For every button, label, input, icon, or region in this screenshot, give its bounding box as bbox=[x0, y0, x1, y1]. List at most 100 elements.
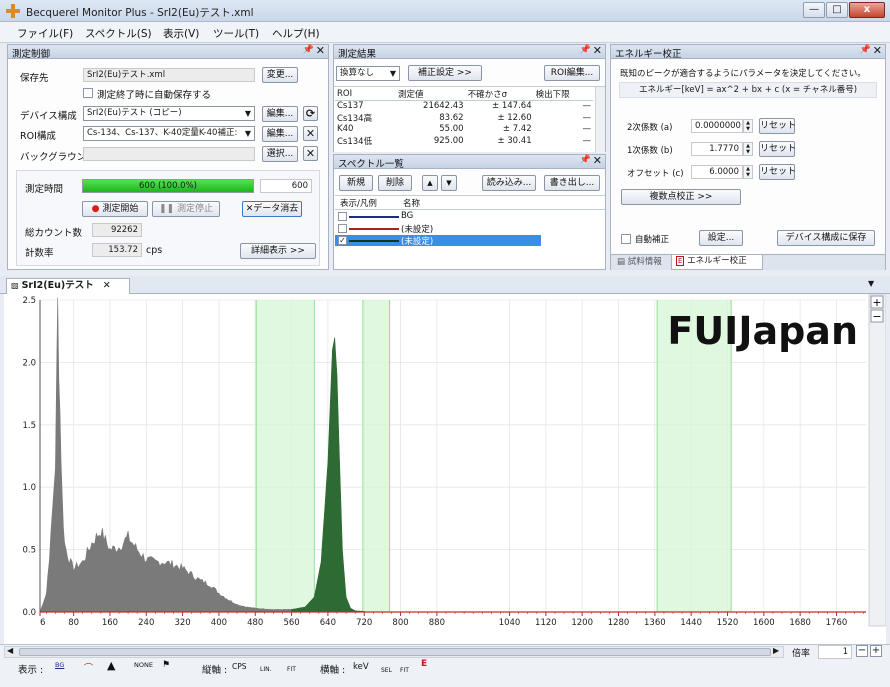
tab-dropdown-icon[interactable]: ▼ bbox=[868, 279, 874, 288]
zoom-plus-button[interactable]: + bbox=[870, 645, 882, 657]
new-button[interactable]: 新規 bbox=[339, 175, 373, 191]
clear-data-button[interactable]: ✕データ消去 bbox=[242, 201, 302, 217]
table-row[interactable]: Cs134低 925.00 ± 30.41 — bbox=[335, 135, 593, 147]
scroll-left-icon[interactable]: ◀ bbox=[7, 646, 13, 655]
c-input[interactable]: 6.0000 bbox=[691, 165, 743, 179]
menu-spectrum[interactable]: スペクトル(S) bbox=[85, 26, 152, 41]
table-row[interactable]: Cs137 21642.43 ± 147.64 — bbox=[335, 101, 593, 112]
list-item[interactable]: BG bbox=[335, 211, 545, 222]
vaxis-fit[interactable]: FIT bbox=[287, 666, 296, 673]
show-checkbox-checked[interactable]: ✓ bbox=[338, 236, 347, 245]
close-tab-icon[interactable]: ✕ bbox=[103, 280, 111, 291]
vertical-scrollbar[interactable]: + − bbox=[868, 294, 886, 627]
bg-display-icon[interactable]: BG bbox=[55, 661, 64, 669]
multi-point-button[interactable]: 複数点校正 >> bbox=[621, 189, 741, 205]
vaxis-cps[interactable]: CPS bbox=[232, 662, 247, 671]
tab-energy-calibration[interactable]: E エネルギー校正 bbox=[671, 255, 763, 270]
auto-correct-checkbox[interactable] bbox=[621, 234, 631, 244]
menu-tools[interactable]: ツール(T) bbox=[213, 26, 259, 41]
a-reset-button[interactable]: リセット bbox=[759, 118, 796, 134]
marker-icon[interactable]: ⚑ bbox=[162, 660, 170, 670]
mode-select[interactable]: 換算なし ▼ bbox=[336, 66, 400, 81]
zoom-input[interactable]: 1 bbox=[818, 645, 852, 659]
scroll-right-icon[interactable]: ▶ bbox=[773, 646, 779, 655]
results-scrollbar[interactable] bbox=[595, 87, 605, 153]
energy-axis-icon[interactable]: E bbox=[421, 659, 427, 669]
menu-help[interactable]: ヘルプ(H) bbox=[272, 26, 320, 41]
stop-button[interactable]: ❚❚ 測定停止 bbox=[152, 201, 220, 217]
change-button[interactable]: 変更... bbox=[262, 67, 298, 83]
menu-view[interactable]: 表示(V) bbox=[163, 26, 199, 41]
pin-icon[interactable]: 📌 bbox=[580, 45, 591, 55]
time-input[interactable]: 600 bbox=[260, 179, 312, 193]
curve-display-icon[interactable]: ⌒ bbox=[84, 661, 93, 674]
tab-sample-info[interactable]: ▤ 試料情報 bbox=[613, 256, 669, 270]
table-row[interactable]: K40 55.00 ± 7.42 — bbox=[335, 124, 593, 135]
close-icon[interactable]: ✕ bbox=[316, 44, 325, 57]
x-tick-label: 720 bbox=[356, 618, 372, 628]
close-icon[interactable]: ✕ bbox=[593, 154, 602, 167]
list-item[interactable]: (未設定) bbox=[335, 223, 545, 235]
a-spinner[interactable]: ▲ ▼ bbox=[743, 119, 753, 133]
device-select[interactable]: SrI2(Eu)テスト (コピー) ▼ bbox=[83, 106, 255, 121]
show-checkbox[interactable] bbox=[338, 212, 347, 221]
roi-edit-button[interactable]: 編集... bbox=[262, 126, 298, 142]
refresh-icon[interactable]: ⟳ bbox=[303, 106, 318, 121]
move-up-button[interactable]: ▲ bbox=[422, 175, 438, 191]
scrollbar-thumb[interactable] bbox=[19, 648, 771, 656]
fill-display-icon[interactable]: ▲ bbox=[107, 659, 115, 672]
clear-bg-icon[interactable]: ✕ bbox=[303, 146, 318, 161]
haxis-unit[interactable]: keV bbox=[353, 662, 369, 672]
table-row[interactable]: Cs134高 83.62 ± 12.60 — bbox=[335, 112, 593, 124]
move-down-button[interactable]: ▼ bbox=[441, 175, 457, 191]
horizontal-scrollbar[interactable]: ◀ ▶ bbox=[4, 646, 784, 658]
spectrum-name: (未設定) bbox=[401, 225, 434, 235]
clear-roi-icon[interactable]: ✕ bbox=[303, 126, 318, 141]
c-spinner[interactable]: ▲ ▼ bbox=[743, 165, 753, 179]
pin-icon[interactable]: 📌 bbox=[860, 45, 871, 55]
panel-header: 測定結果 📌 ✕ bbox=[334, 44, 605, 60]
c-reset-button[interactable]: リセット bbox=[759, 164, 796, 180]
detail-button[interactable]: 詳細表示 >> bbox=[240, 243, 316, 259]
energy-formula: エネルギー[keV] = ax^2 + bx + c (x = チャネル番号) bbox=[619, 82, 877, 98]
b-spinner[interactable]: ▲ ▼ bbox=[743, 142, 753, 156]
close-button[interactable]: x bbox=[849, 2, 885, 18]
pin-icon[interactable]: 📌 bbox=[303, 45, 314, 55]
device-edit-button[interactable]: 編集... bbox=[262, 106, 298, 122]
b-input[interactable]: 1.7770 bbox=[691, 142, 743, 156]
autosave-checkbox[interactable] bbox=[83, 88, 93, 98]
x-tick-label: 1200 bbox=[571, 618, 593, 628]
haxis-fit[interactable]: FIT bbox=[400, 667, 409, 674]
roi-select[interactable]: Cs-134、Cs-137、K-40定量K-40補正: ▼ bbox=[83, 126, 255, 141]
zoom-minus-button[interactable]: − bbox=[856, 645, 868, 657]
vaxis-lin[interactable]: LIN. bbox=[260, 666, 272, 673]
delete-button[interactable]: 削除 bbox=[378, 175, 412, 191]
scrollbar-track[interactable] bbox=[868, 294, 886, 627]
b-reset-button[interactable]: リセット bbox=[759, 141, 796, 157]
panel-title: 測定結果 bbox=[338, 49, 377, 60]
load-button[interactable]: 読み込み... bbox=[482, 175, 536, 191]
spectrum-chart[interactable]: 6 80 160 240 320 400 480 560 640 720 800 880 1040 112… bbox=[4, 294, 886, 644]
pin-icon[interactable]: 📌 bbox=[580, 155, 591, 165]
list-item-selected[interactable]: ✓ (未設定) bbox=[335, 235, 541, 247]
roi-edit-button[interactable]: ROI編集... bbox=[544, 65, 600, 81]
clear-label: データ消去 bbox=[253, 204, 299, 214]
haxis-sel[interactable]: SEL bbox=[381, 667, 392, 674]
minimize-button[interactable]: — bbox=[803, 2, 825, 18]
export-button[interactable]: 書き出し... bbox=[544, 175, 600, 191]
close-icon[interactable]: ✕ bbox=[593, 44, 602, 57]
tab-document[interactable]: ▨ SrI2(Eu)テスト ✕ bbox=[6, 278, 130, 294]
bg-select-button[interactable]: 選択... bbox=[262, 146, 298, 162]
start-button[interactable]: ● 測定開始 bbox=[82, 201, 148, 217]
maximize-button[interactable]: □ bbox=[826, 2, 848, 18]
none-display-icon[interactable]: NONE bbox=[134, 661, 153, 669]
save-device-button[interactable]: デバイス構成に保存 bbox=[777, 230, 875, 246]
col-name: 名称 bbox=[403, 199, 421, 209]
energy-settings-button[interactable]: 設定... bbox=[699, 230, 743, 246]
menu-file[interactable]: ファイル(F) bbox=[17, 26, 73, 41]
correct-settings-button[interactable]: 補正設定 >> bbox=[408, 65, 482, 81]
x-tick-label: 320 bbox=[174, 618, 190, 628]
a-input[interactable]: 0.0000000 bbox=[691, 119, 743, 133]
show-checkbox[interactable] bbox=[338, 224, 347, 233]
close-icon[interactable]: ✕ bbox=[873, 44, 882, 57]
